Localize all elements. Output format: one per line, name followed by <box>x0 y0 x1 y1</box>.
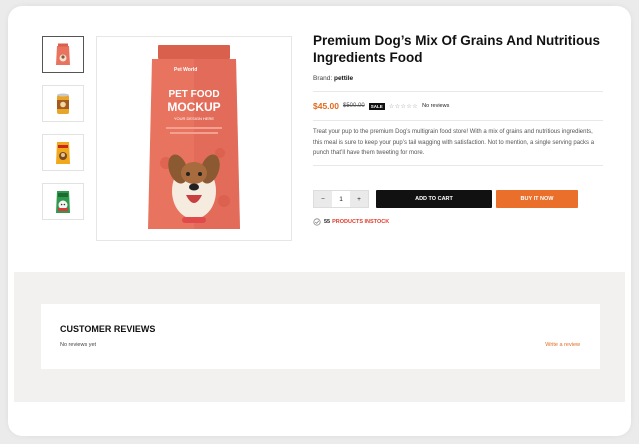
page-frame: Pet World PET FOOD MOCKUP YOUR DESIGN HE… <box>8 6 631 436</box>
product-description: Treat your pup to the premium Dog’s mult… <box>313 129 595 156</box>
stock-label: PRODUCTS INSTOCK <box>332 219 390 225</box>
bag-tagline: YOUR DESIGN HERE <box>174 116 215 121</box>
reviews-section: CUSTOMER REVIEWS No reviews yet Write a … <box>14 272 625 402</box>
pedigree-bag-thumb-icon <box>56 141 70 164</box>
brand-label: Brand: <box>313 75 333 82</box>
sale-badge: SALE <box>368 102 385 110</box>
product-brand: Brand: pettile <box>313 75 603 82</box>
stock-count: 55 <box>324 219 331 225</box>
buy-now-button[interactable]: BUY IT NOW <box>496 190 578 208</box>
reviews-card: CUSTOMER REVIEWS No reviews yet Write a … <box>41 304 600 369</box>
quantity-minus-button[interactable]: − <box>314 191 332 207</box>
reviews-count[interactable]: No reviews <box>422 103 449 109</box>
quantity-plus-button[interactable]: + <box>350 191 368 207</box>
product-title: Premium Dog’s Mix Of Grains And Nutritio… <box>313 33 601 65</box>
thumbnail-food-bag[interactable] <box>42 36 84 73</box>
thumbnail-gallery <box>42 36 84 232</box>
bag-title-line1: PET FOOD <box>168 89 219 100</box>
add-to-cart-button[interactable]: ADD TO CART <box>376 190 492 208</box>
brand-name[interactable]: pettile <box>334 75 353 82</box>
price-row: $45.00 $500.00 SALE ☆☆☆☆☆ No reviews <box>313 101 603 111</box>
reviews-empty-text: No reviews yet <box>60 342 97 348</box>
product-price: $45.00 <box>313 101 339 111</box>
food-bag-illustration: Pet World PET FOOD MOCKUP YOUR DESIGN HE… <box>148 45 240 229</box>
food-can-thumb-icon <box>57 93 69 114</box>
quantity-stepper: − 1 + <box>313 190 369 208</box>
cat-food-thumb-icon <box>56 190 70 213</box>
quantity-input[interactable]: 1 <box>332 191 350 207</box>
divider <box>313 120 603 121</box>
reviews-title: CUSTOMER REVIEWS <box>60 324 156 334</box>
thumbnail-can[interactable] <box>42 85 84 122</box>
product-info: Premium Dog’s Mix Of Grains And Nutritio… <box>313 32 603 166</box>
bag-title-line2: MOCKUP <box>167 100 220 114</box>
write-review-link[interactable]: Write a review <box>545 342 580 348</box>
product-main-image[interactable]: Pet World PET FOOD MOCKUP YOUR DESIGN HE… <box>96 36 292 241</box>
divider <box>313 91 603 92</box>
divider <box>313 164 603 166</box>
rating-stars-icon[interactable]: ☆☆☆☆☆ <box>389 103 418 110</box>
bag-brand-text: Pet World <box>174 67 197 73</box>
thumbnail-cat-food[interactable] <box>42 183 84 220</box>
purchase-row: − 1 + ADD TO CART BUY IT NOW <box>313 190 578 208</box>
box-icon <box>313 218 321 226</box>
food-bag-thumb-icon <box>56 43 70 65</box>
stock-indicator: 55 PRODUCTS INSTOCK <box>313 218 389 226</box>
compare-price: $500.00 <box>343 103 365 109</box>
thumbnail-pedigree-bag[interactable] <box>42 134 84 171</box>
